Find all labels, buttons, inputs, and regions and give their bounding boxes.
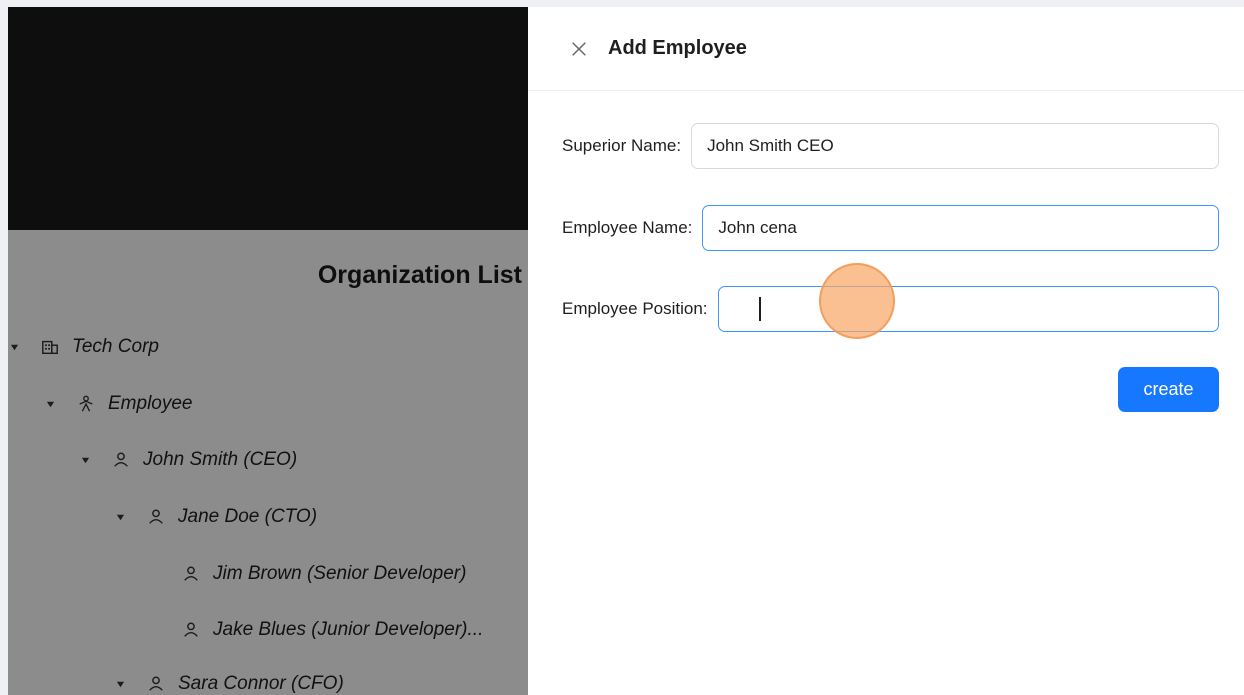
drawer-title: Add Employee xyxy=(608,37,747,59)
close-icon[interactable] xyxy=(568,38,590,60)
employee-position-label: Employee Position: xyxy=(562,299,708,318)
click-indicator xyxy=(819,263,895,339)
superior-name-row: Superior Name: xyxy=(562,123,1219,169)
employee-position-input[interactable] xyxy=(717,286,1219,332)
app-stage: Organization List Tech Corp Employee Joh… xyxy=(8,7,1244,695)
employee-name-row: Employee Name: xyxy=(562,205,1219,251)
employee-name-input[interactable] xyxy=(702,205,1219,251)
employee-name-label: Employee Name: xyxy=(562,218,693,237)
drawer-mask[interactable] xyxy=(8,7,528,695)
text-cursor xyxy=(759,297,761,321)
superior-name-label: Superior Name: xyxy=(562,136,682,155)
add-employee-drawer: Add Employee Superior Name: Employee Nam… xyxy=(528,7,1244,695)
drawer-header: Add Employee xyxy=(528,7,1244,91)
superior-name-input[interactable] xyxy=(691,123,1219,169)
organization-page: Organization List Tech Corp Employee Joh… xyxy=(8,7,528,695)
create-button[interactable]: create xyxy=(1118,367,1219,412)
